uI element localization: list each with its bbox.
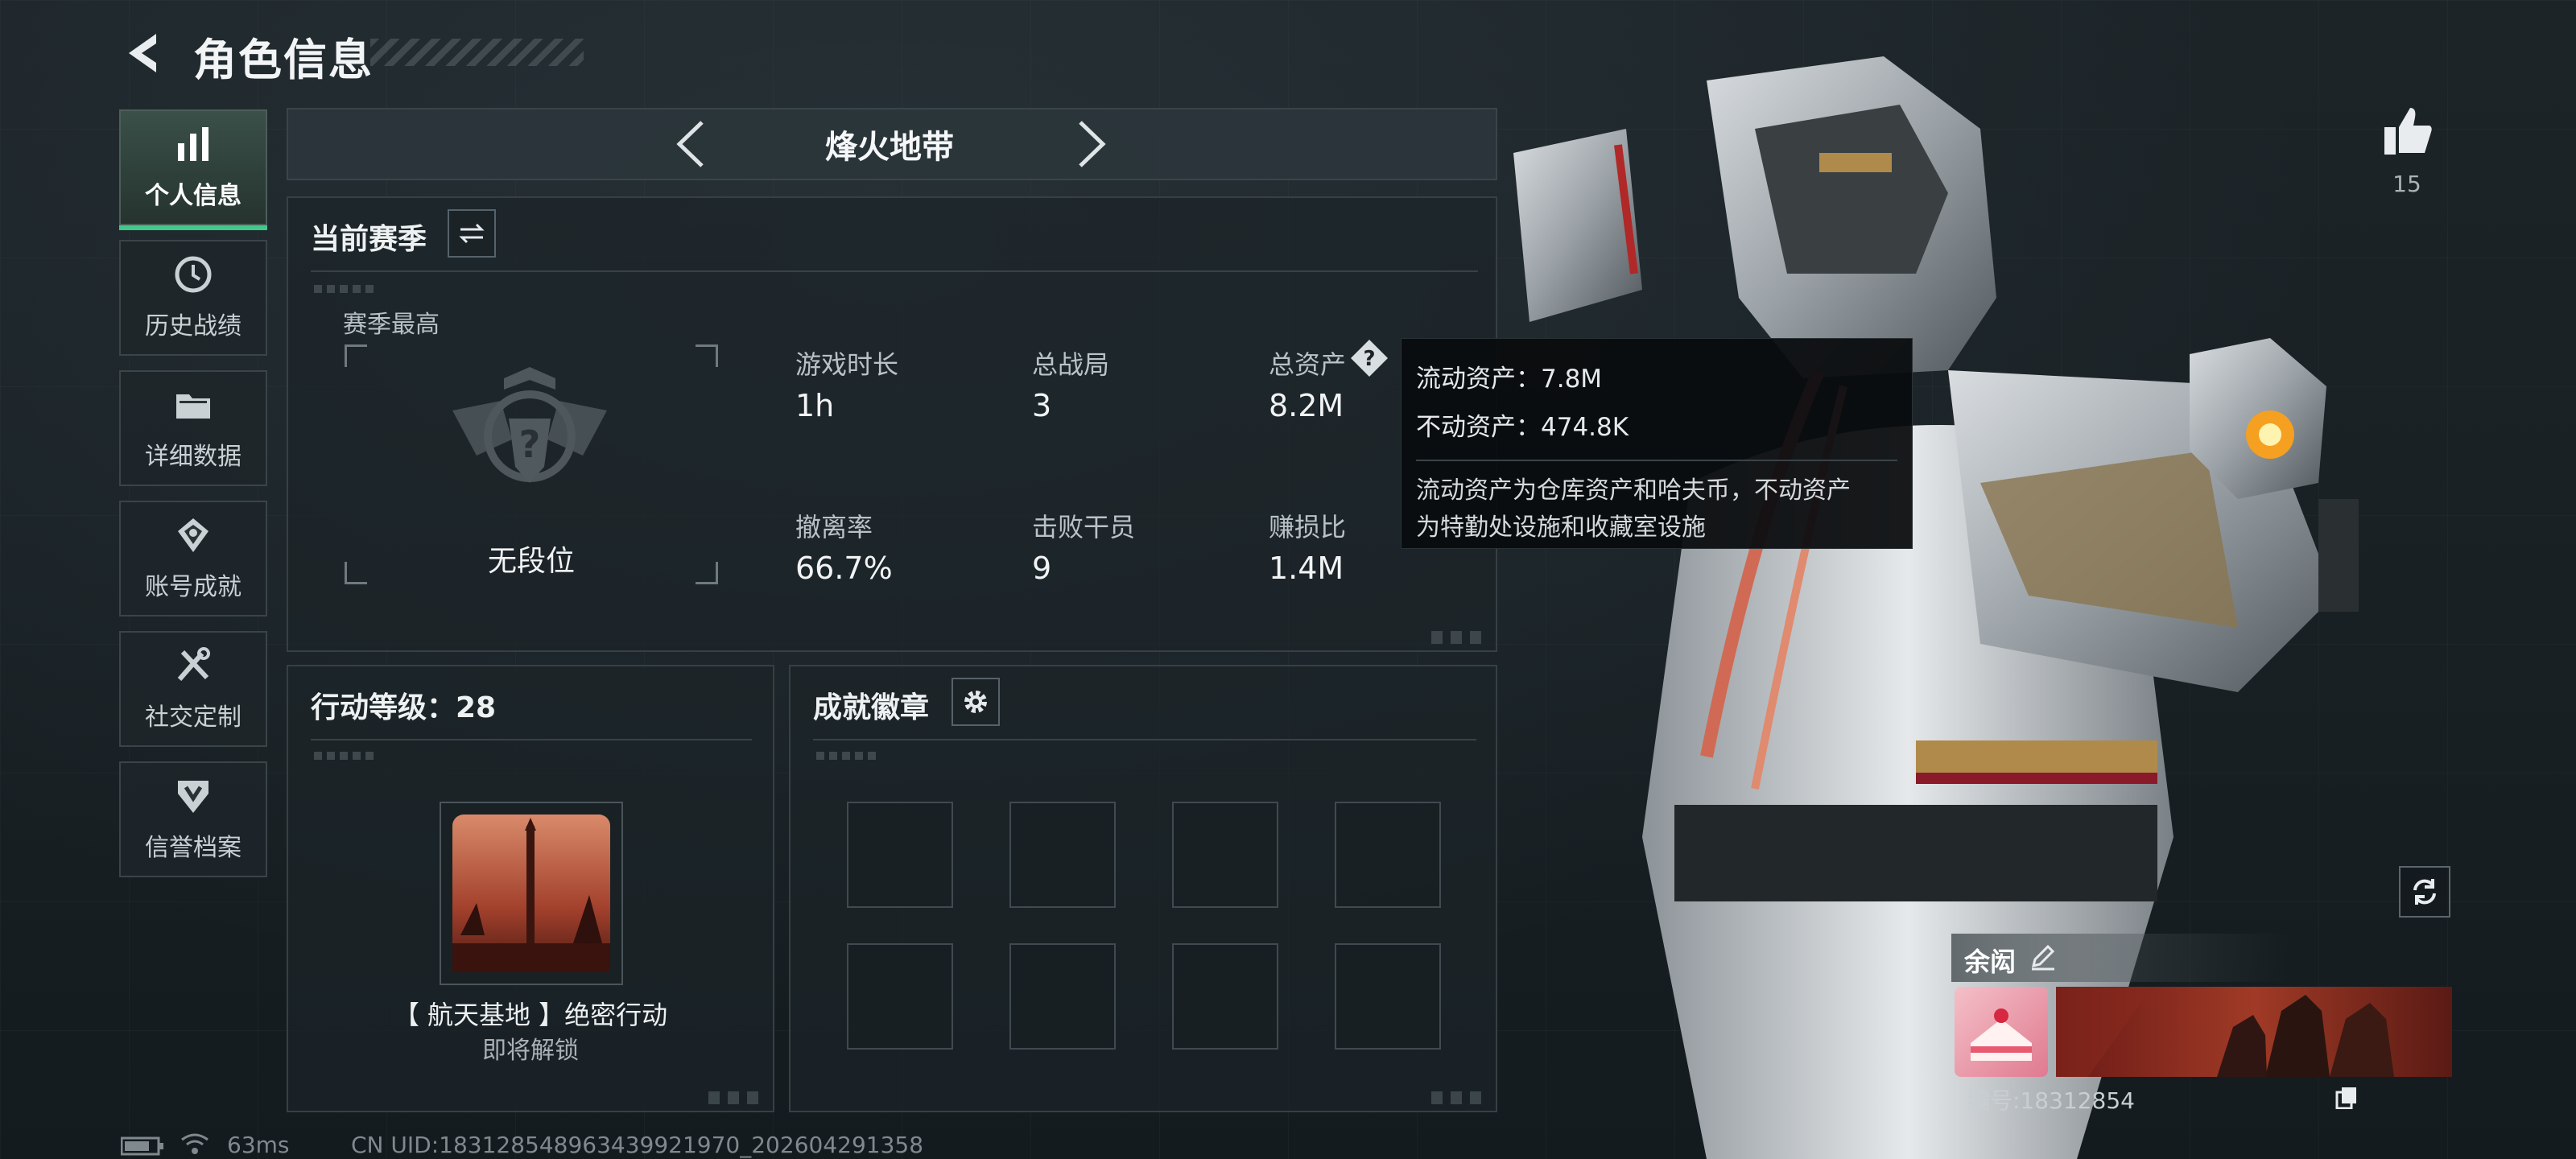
- stat-label-extraction-rate: 撤离率: [795, 512, 873, 542]
- cake-avatar-image: [1971, 1008, 2032, 1061]
- squad-banner-image: [2056, 987, 2394, 1077]
- divider: [311, 270, 1478, 272]
- back-arrow-icon: [129, 34, 156, 72]
- wifi-icon: [180, 1132, 209, 1156]
- rotate-view-button[interactable]: [2399, 866, 2450, 918]
- operation-card[interactable]: [440, 802, 623, 985]
- divider: [311, 739, 752, 740]
- bar-chart-icon: [178, 127, 208, 161]
- sidebar-item-label: 账号成就: [145, 573, 242, 601]
- help-icon: ?: [1351, 340, 1388, 377]
- badges-title: 成就徽章: [813, 691, 930, 724]
- svg-text:?: ?: [1363, 347, 1375, 371]
- stat-value-operators-defeated: 9: [1032, 551, 1052, 586]
- badge-slot[interactable]: [1009, 943, 1116, 1050]
- player-name: 余闳: [1964, 947, 2017, 977]
- badge-slot[interactable]: [1009, 802, 1116, 908]
- rank-emblem-icon: ?: [452, 367, 607, 483]
- stat-label-profit-ratio: 赚损比: [1269, 512, 1347, 542]
- pencil-icon: [2031, 944, 2055, 971]
- rank-text: 无段位: [487, 545, 575, 578]
- sidebar-item-achievements[interactable]: 账号成就: [119, 501, 267, 617]
- panel-corner-decor: [708, 1091, 765, 1104]
- mode-name: 烽火地带: [825, 129, 954, 166]
- tooltip-description-line1: 流动资产为仓库资产和哈夫币，不动资产: [1416, 476, 1851, 505]
- assets-help-button[interactable]: ?: [1349, 338, 1389, 378]
- badge-slot[interactable]: [1172, 802, 1278, 908]
- tools-icon: [177, 647, 210, 681]
- swap-icon: [459, 223, 485, 244]
- stat-label-total-assets: 总资产: [1269, 349, 1347, 380]
- thumbs-up-icon: [2384, 108, 2432, 155]
- sidebar-item-detail-data[interactable]: 详细数据: [119, 370, 267, 486]
- sidebar-item-personal-info[interactable]: 个人信息: [119, 109, 267, 230]
- stat-label-total-matches: 总战局: [1032, 349, 1110, 380]
- tooltip-divider: [1416, 460, 1897, 461]
- stat-value-profit-ratio: 1.4M: [1269, 551, 1344, 586]
- sidebar-item-label: 历史战绩: [145, 312, 242, 340]
- assets-tooltip: 流动资产：7.8M 不动资产：474.8K 流动资产为仓库资产和哈夫币，不动资产…: [1401, 338, 1913, 549]
- stat-value-total-assets: 8.2M: [1269, 388, 1344, 423]
- stat-value-playtime: 1h: [795, 388, 835, 423]
- like-count: 15: [2392, 171, 2421, 197]
- name-card-banner[interactable]: [2056, 987, 2452, 1077]
- back-button[interactable]: [121, 31, 169, 76]
- copy-id-button[interactable]: [2334, 1085, 2359, 1110]
- divider: [813, 739, 1476, 740]
- edit-name-button[interactable]: [2029, 942, 2058, 971]
- tooltip-description-line2: 为特勤处设施和收藏室设施: [1416, 514, 1706, 542]
- avatar[interactable]: [1955, 987, 2048, 1077]
- history-clock-icon: [175, 256, 212, 293]
- badge-slot[interactable]: [1172, 943, 1278, 1050]
- divider-decor: [314, 285, 378, 293]
- sidebar-item-social[interactable]: 社交定制: [119, 631, 267, 747]
- like-button[interactable]: [2380, 103, 2436, 159]
- badges-settings-button[interactable]: [952, 678, 1000, 726]
- player-id-number: 编号:18312854: [1967, 1087, 2135, 1114]
- chevron-right-icon: [1079, 121, 1106, 167]
- stat-value-extraction-rate: 66.7%: [795, 551, 893, 586]
- stat-value-total-matches: 3: [1032, 388, 1052, 423]
- stat-label-operators-defeated: 击败干员: [1032, 512, 1136, 542]
- sidebar-item-label: 社交定制: [145, 703, 242, 732]
- chevron-left-icon: [676, 121, 704, 167]
- badge-slot[interactable]: [1335, 802, 1441, 908]
- operation-name: 【 航天基地 】绝密行动: [393, 1000, 668, 1030]
- divider-decor: [816, 752, 881, 760]
- divider-decor: [314, 752, 378, 760]
- operation-thumbnail: [452, 815, 610, 972]
- season-title: 当前赛季: [311, 223, 427, 256]
- battery-icon: [120, 1136, 164, 1156]
- prev-mode-button[interactable]: [673, 119, 708, 169]
- uid-text: CN UID:18312854896343992197​0_2026042913…: [351, 1132, 924, 1158]
- season-switch-button[interactable]: [448, 209, 496, 258]
- tooltip-liquid-assets: 流动资产：7.8M: [1416, 365, 1603, 394]
- badge-slot[interactable]: [1335, 943, 1441, 1050]
- next-mode-button[interactable]: [1074, 119, 1109, 169]
- operation-status: 即将解锁: [482, 1037, 579, 1065]
- svg-text:?: ?: [519, 423, 541, 466]
- page-title: 角色信息: [193, 35, 374, 85]
- gear-icon: [964, 691, 987, 713]
- ping-value: 63ms: [227, 1132, 290, 1158]
- folder-icon: [176, 394, 210, 419]
- sidebar-item-history[interactable]: 历史战绩: [119, 240, 267, 356]
- sidebar-item-label: 详细数据: [145, 443, 242, 471]
- copy-icon: [2335, 1087, 2356, 1110]
- stat-label-playtime: 游戏时长: [795, 349, 899, 380]
- tooltip-fixed-assets: 不动资产：474.8K: [1416, 413, 1629, 442]
- sidebar-item-label: 个人信息: [145, 182, 242, 210]
- action-level-title: 行动等级：28: [311, 691, 497, 724]
- credibility-icon: [178, 781, 208, 813]
- sidebar-item-credibility[interactable]: 信誉档案: [119, 761, 267, 877]
- badge-slot[interactable]: [847, 943, 953, 1050]
- refresh-icon: [2413, 879, 2436, 905]
- sidebar-item-label: 信誉档案: [145, 834, 242, 862]
- title-decoration: [370, 39, 584, 66]
- season-best-label: 赛季最高: [343, 311, 440, 339]
- badge-slot[interactable]: [847, 802, 953, 908]
- achievement-icon: [178, 518, 208, 552]
